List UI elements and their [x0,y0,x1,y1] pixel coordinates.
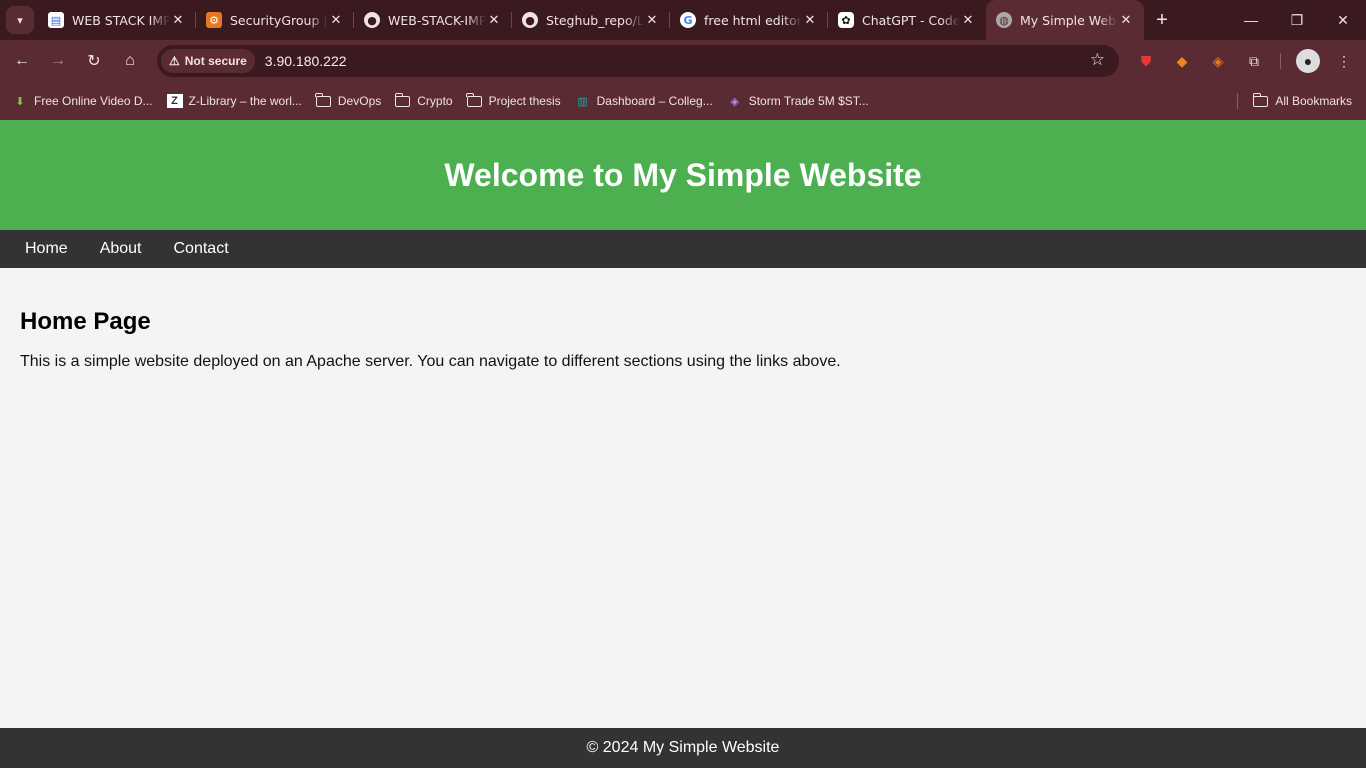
folder-icon [394,92,411,107]
site-footer: © 2024 My Simple Website [0,728,1366,768]
menu-kebab-icon[interactable]: ⋮ [1332,49,1356,73]
bookmark-label: Z-Library – the worl... [188,94,302,108]
tab-4[interactable]: G free html editors - Google ✕ [670,0,828,40]
site-nav: Home About Contact [0,230,1366,268]
new-tab-button[interactable]: + [1150,8,1174,32]
security-chip[interactable]: ⚠ Not secure [161,49,255,73]
tab-close-icon[interactable]: ✕ [1118,13,1134,28]
tab-close-icon[interactable]: ✕ [170,13,186,28]
folder-icon [466,92,482,107]
folder-icon [1252,92,1269,107]
folder-icon [315,92,331,107]
page-body-text: This is a simple website deployed on an … [20,353,841,370]
bookmark-label: Project thesis [488,94,561,108]
bookmark-label: Free Online Video D... [34,94,153,108]
bookmark-star-icon[interactable]: ☆ [1090,50,1105,70]
window-controls: — ❐ ✕ [1228,0,1366,40]
url-text[interactable]: 3.90.180.222 [265,53,347,69]
forward-arrow-icon[interactable]: → [40,43,76,79]
page-heading: Home Page [20,308,151,335]
tab-search-button[interactable]: ▾ [6,6,34,34]
close-window-icon[interactable]: ✕ [1320,0,1366,40]
tab-close-icon[interactable]: ✕ [486,13,502,28]
bookmark-item[interactable]: Z Z-Library – the worl... [165,94,304,108]
doc-icon: ▤ [48,12,64,28]
bookmark-item[interactable]: ⬇ Free Online Video D... [10,94,155,108]
tab-2[interactable]: ● WEB-STACK-IMPLEMENTATION ✕ [354,0,512,40]
bookmarks-bar: ⬇ Free Online Video D... Z Z-Library – t… [0,82,1366,120]
minimize-icon[interactable]: — [1228,0,1274,40]
tab-5[interactable]: ✿ ChatGPT - Code ✕ [828,0,986,40]
tab-1[interactable]: ⚙ SecurityGroup | EC2 ✕ [196,0,354,40]
extension-shield-icon[interactable]: ⛊ [1134,49,1158,73]
tab-title: Steghub_repo/LAMP [546,12,644,28]
bookmark-label: DevOps [337,94,382,108]
reload-icon[interactable]: ↻ [76,43,112,79]
tab-close-icon[interactable]: ✕ [644,13,660,28]
github-icon: ● [364,12,380,28]
footer-text: © 2024 My Simple Website [586,739,780,756]
tab-close-icon[interactable]: ✕ [802,13,818,28]
tab-close-icon[interactable]: ✕ [328,13,344,28]
site-title: Welcome to My Simple Website [444,156,922,193]
graduation-cap-icon[interactable]: ◈ [1206,49,1230,73]
bookmark-folder[interactable]: DevOps [314,92,383,108]
nav-link-about[interactable]: About [84,230,158,268]
storm-icon: ◈ [730,95,739,108]
all-bookmarks-button[interactable]: All Bookmarks [1252,92,1352,108]
avatar[interactable]: ● [1296,49,1320,73]
download-icon: ⬇ [15,95,25,108]
tab-3[interactable]: ● Steghub_repo/LAMP ✕ [512,0,670,40]
tab-title: WEB-STACK-IMPLEMENTATION [388,12,486,28]
warning-icon: ⚠ [169,54,180,68]
college-icon: ▥ [577,95,588,108]
tab-title: SecurityGroup | EC2 [230,12,328,28]
aws-icon: ⚙ [206,12,222,28]
tab-6-active[interactable]: ◍ My Simple Website ✕ [986,0,1144,40]
security-label: Not secure [184,54,247,68]
bookmark-label: Crypto [417,94,453,108]
metamask-icon[interactable]: ◆ [1170,49,1194,73]
restore-icon[interactable]: ❐ [1274,0,1320,40]
github-icon: ● [522,12,538,28]
globe-icon: ◍ [996,12,1012,28]
tab-title: WEB STACK IMPLEMENTATION [72,12,170,28]
bookmark-folder[interactable]: Project thesis [465,92,563,108]
bookmark-folder[interactable]: Crypto [393,92,454,108]
tab-title: ChatGPT - Code [862,12,960,28]
nav-link-home[interactable]: Home [9,230,84,268]
google-icon: G [680,12,696,28]
site-header: Welcome to My Simple Website [0,120,1366,230]
address-bar[interactable]: ⚠ Not secure 3.90.180.222 ☆ [157,45,1119,77]
extensions-puzzle-icon[interactable]: ⧉ [1242,49,1266,73]
bookmark-label: Dashboard – Colleg... [596,94,713,108]
tab-0[interactable]: ▤ WEB STACK IMPLEMENTATION ✕ [38,0,196,40]
tab-title: free html editors - Google [704,12,802,28]
nav-link-contact[interactable]: Contact [158,230,245,268]
chatgpt-icon: ✿ [838,12,854,28]
home-icon[interactable]: ⌂ [112,43,148,79]
tab-title: My Simple Website [1020,12,1118,28]
back-arrow-icon[interactable]: ← [4,43,40,79]
bookmark-label: Storm Trade 5M $ST... [748,94,869,108]
bookmark-item[interactable]: ▥ Dashboard – Colleg... [573,94,715,108]
site-main: Home Page This is a simple website deplo… [0,268,1366,371]
all-bookmarks-label: All Bookmarks [1275,94,1352,108]
tabs: ▤ WEB STACK IMPLEMENTATION ✕ ⚙ SecurityG… [38,0,1144,40]
bookmark-item[interactable]: ◈ Storm Trade 5M $ST... [725,94,871,108]
tab-strip: ▾ ▤ WEB STACK IMPLEMENTATION ✕ ⚙ Securit… [0,0,1366,40]
browser-toolbar: ← → ↻ ⌂ ⚠ Not secure 3.90.180.222 ☆ ⛊ ◆ … [0,40,1366,82]
zlibrary-icon: Z [166,94,183,108]
tab-close-icon[interactable]: ✕ [960,13,976,28]
